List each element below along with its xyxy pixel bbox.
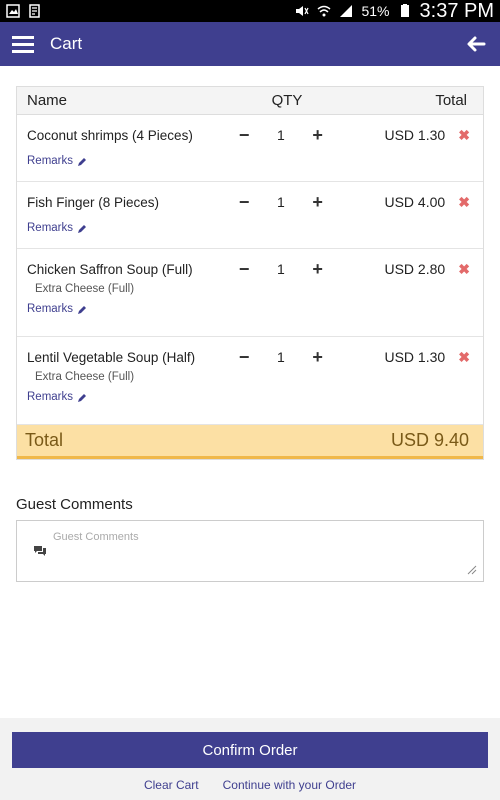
pencil-icon: [78, 394, 87, 402]
quantity-stepper: − 1 +: [226, 259, 336, 280]
cart-row: Fish Finger (8 Pieces) − 1 + USD 4.00 ✖ …: [17, 182, 483, 249]
back-arrow-icon[interactable]: [464, 32, 488, 56]
quantity-stepper: − 1 +: [226, 192, 336, 213]
battery-percent: 51%: [361, 3, 390, 19]
continue-order-link[interactable]: Continue with your Order: [223, 778, 356, 792]
header-name: Name: [27, 92, 68, 109]
header-qty: QTY: [271, 92, 303, 109]
remove-icon[interactable]: ✖: [445, 349, 483, 366]
decrement-button[interactable]: −: [236, 259, 252, 280]
battery-icon: [400, 4, 409, 17]
pencil-icon: [78, 225, 87, 233]
confirm-order-button[interactable]: Confirm Order: [12, 732, 488, 768]
increment-button[interactable]: +: [310, 347, 326, 368]
remarks-link[interactable]: Remarks: [17, 391, 483, 417]
quantity-value: 1: [276, 349, 285, 365]
cart-header: Name QTY Total: [17, 87, 483, 115]
total-value: USD 9.40: [390, 430, 469, 450]
image-icon: [6, 4, 20, 18]
cart-row: Coconut shrimps (4 Pieces) − 1 + USD 1.3…: [17, 115, 483, 182]
item-price: USD 4.00: [384, 194, 446, 210]
mute-icon: [296, 6, 310, 16]
remarks-label: Remarks: [27, 155, 74, 167]
remove-icon[interactable]: ✖: [445, 261, 483, 278]
quantity-value: 1: [276, 127, 285, 143]
decrement-button[interactable]: −: [236, 347, 252, 368]
clear-cart-link[interactable]: Clear Cart: [144, 778, 199, 792]
menu-icon[interactable]: [12, 36, 34, 53]
remove-icon[interactable]: ✖: [445, 194, 483, 211]
item-name: Chicken Saffron Soup (Full): [27, 261, 193, 277]
quantity-value: 1: [276, 261, 285, 277]
remarks-label: Remarks: [27, 303, 74, 315]
comments-icon: [34, 546, 46, 556]
signal-icon: [340, 5, 353, 17]
quantity-stepper: − 1 +: [226, 125, 336, 146]
document-icon: [29, 4, 40, 18]
increment-button[interactable]: +: [310, 192, 326, 213]
status-bar: 51% 3:37 PM: [0, 0, 500, 22]
pencil-icon: [78, 306, 87, 314]
cart-row: Chicken Saffron Soup (Full) − 1 + USD 2.…: [17, 249, 483, 337]
wifi-icon: [318, 5, 331, 17]
guest-comments-box: [16, 520, 484, 582]
item-name: Fish Finger (8 Pieces): [27, 194, 160, 210]
header-total: Total: [435, 92, 467, 109]
guest-comments-input[interactable]: [53, 531, 473, 575]
increment-button[interactable]: +: [310, 125, 326, 146]
item-addon: Extra Cheese (Full): [35, 371, 135, 383]
bottom-links: Clear Cart Continue with your Order: [0, 778, 500, 792]
item-name: Lentil Vegetable Soup (Half): [27, 349, 196, 365]
pencil-icon: [78, 158, 87, 166]
item-price: USD 1.30: [384, 349, 446, 365]
remarks-link[interactable]: Remarks: [17, 222, 483, 248]
remarks-link[interactable]: Remarks: [17, 303, 483, 329]
cart-table: Name QTY Total Coconut shrimps (4 Pieces…: [16, 86, 484, 460]
quantity-stepper: − 1 +: [226, 347, 336, 368]
item-name: Coconut shrimps (4 Pieces): [27, 127, 193, 143]
bottom-actions: Confirm Order Clear Cart Continue with y…: [0, 718, 500, 800]
item-addon: Extra Cheese (Full): [35, 283, 135, 295]
remarks-label: Remarks: [27, 391, 74, 403]
total-label: Total: [25, 430, 64, 450]
clock: 3:37 PM: [419, 0, 494, 22]
item-price: USD 2.80: [384, 261, 446, 277]
quantity-value: 1: [276, 194, 285, 210]
page-title: Cart: [50, 34, 83, 53]
decrement-button[interactable]: −: [236, 125, 252, 146]
increment-button[interactable]: +: [310, 259, 326, 280]
remarks-link[interactable]: Remarks: [17, 155, 483, 181]
remove-icon[interactable]: ✖: [445, 127, 483, 144]
app-bar: Cart: [0, 22, 500, 66]
guest-comments-title: Guest Comments: [16, 496, 133, 513]
total-bar: Total USD 9.40: [17, 425, 483, 459]
resize-grip-icon[interactable]: [467, 565, 477, 575]
remarks-label: Remarks: [27, 222, 74, 234]
item-price: USD 1.30: [384, 127, 446, 143]
decrement-button[interactable]: −: [236, 192, 252, 213]
cart-row: Lentil Vegetable Soup (Half) − 1 + USD 1…: [17, 337, 483, 425]
